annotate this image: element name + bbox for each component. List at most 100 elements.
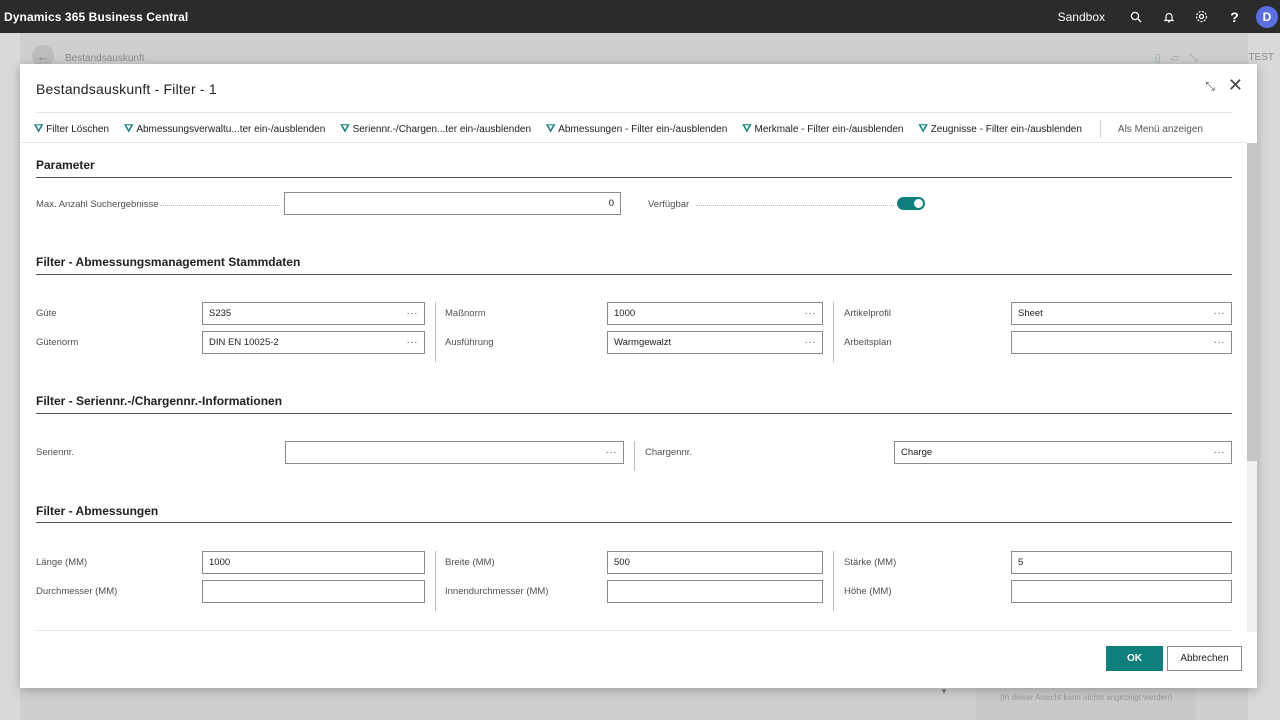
title-divider [36,112,1233,113]
background-empty-hint: (In dieser Ansicht kann nichts angezeigt… [976,688,1196,720]
innendurchmesser-label: Innendurchmesser (MM) [445,586,549,597]
guetenorm-label: Gütenorm [36,337,79,348]
chargennr-label: Chargennr. [645,447,693,458]
max-results-field[interactable]: 0 [284,192,621,215]
lookup-ellipsis-icon[interactable]: ··· [606,447,618,458]
ausfuehrung-field[interactable]: Warmgewalzt ··· [607,331,823,354]
cancel-button[interactable]: Abbrechen [1167,646,1242,671]
toggle-certificates-filter-action[interactable]: ⛛ Zeugnisse - Filter ein-/ausblenden [918,123,1081,136]
innendurchmesser-field[interactable] [607,580,823,603]
action-label: Merkmale - Filter ein-/ausblenden [754,123,904,135]
max-results-label: Max. Anzahl Suchergebnisse [36,199,159,210]
guete-field[interactable]: S235 ··· [202,302,425,325]
ausfuehrung-label: Ausführung [445,337,494,348]
toggle-attributes-filter-action[interactable]: ⛛ Merkmale - Filter ein-/ausblenden [742,123,903,136]
available-toggle[interactable] [897,197,925,210]
lookup-ellipsis-icon[interactable]: ··· [1214,308,1226,319]
filter-dialog: Bestandsauskunft - Filter - 1 ⤡ ✕ ⛛ Filte… [20,64,1257,688]
chevron-down-icon: ▼ [940,687,948,696]
action-divider [1099,120,1101,138]
section-divider [36,522,1232,523]
section-divider [36,413,1232,414]
search-icon[interactable] [1119,0,1152,33]
toggle-dimension-mgmt-filter-action[interactable]: ⛛ Abmessungsverwaltu...ter ein-/ausblende… [124,123,325,136]
artikelprofil-label: Artikelprofil [844,308,891,319]
chargennr-field[interactable]: Charge ··· [894,441,1232,464]
scrollbar-thumb[interactable] [1247,143,1257,461]
massnorm-field[interactable]: 1000 ··· [607,302,823,325]
filter-icon: ⛛ [918,122,928,135]
help-icon[interactable]: ? [1218,0,1251,33]
section-title-serial-lot[interactable]: Filter - Seriennr.-/Chargennr.-Informati… [36,394,282,408]
guetenorm-field[interactable]: DIN EN 10025-2 ··· [202,331,425,354]
filter-icon: ⛛ [340,122,350,135]
lookup-ellipsis-icon[interactable]: ··· [1214,447,1226,458]
lookup-ellipsis-icon[interactable]: ··· [805,337,817,348]
lookup-ellipsis-icon[interactable]: ··· [407,308,419,319]
laenge-value: 1000 [209,557,231,568]
section-title-dimensions[interactable]: Filter - Abmessungen [36,504,158,518]
action-label: Filter Löschen [46,123,110,135]
clear-filter-action[interactable]: ⛛ Filter Löschen [34,123,109,136]
dialog-content[interactable]: Parameter Max. Anzahl Suchergebnisse 0 V… [20,143,1257,632]
durchmesser-field[interactable] [202,580,425,603]
staerke-field[interactable]: 5 [1011,551,1232,574]
staerke-value: 5 [1018,557,1024,568]
hoehe-field[interactable] [1011,580,1232,603]
massnorm-label: Maßnorm [445,308,486,319]
scrollbar[interactable] [1247,143,1257,632]
massnorm-value: 1000 [614,308,636,319]
collapse-icon[interactable]: ⤡ [1205,79,1215,94]
seriennr-field[interactable]: ··· [285,441,624,464]
filter-icon: ⛛ [124,122,134,135]
section-divider [36,274,1232,275]
lookup-ellipsis-icon[interactable]: ··· [805,308,817,319]
gear-icon[interactable] [1185,0,1218,33]
section-title-parameter[interactable]: Parameter [36,158,95,172]
filter-icon: ⛛ [742,122,752,135]
action-label: Seriennr.-/Chargen...ter ein-/ausblenden [352,123,532,135]
toggle-dimensions-filter-action[interactable]: ⛛ Abmessungen - Filter ein-/ausblenden [546,123,727,136]
action-label: Abmessungen - Filter ein-/ausblenden [558,123,728,135]
column-divider [634,441,635,471]
ok-button[interactable]: OK [1106,646,1163,671]
close-icon[interactable]: ✕ [1228,76,1243,94]
section-title-master-data[interactable]: Filter - Abmessungsmanagement Stammdaten [36,255,300,269]
artikelprofil-value: Sheet [1018,308,1043,319]
app-bar: Dynamics 365 Business Central Sandbox ? … [0,0,1280,33]
staerke-label: Stärke (MM) [844,557,897,568]
app-title[interactable]: Dynamics 365 Business Central [0,10,188,24]
ausfuehrung-value: Warmgewalzt [614,337,672,348]
filter-icon: ⛛ [34,122,44,135]
max-results-value: 0 [608,198,614,209]
guete-label: Güte [36,308,57,319]
arbeitsplan-field[interactable]: ··· [1011,331,1232,354]
action-label: Zeugnisse - Filter ein-/ausblenden [930,123,1082,135]
action-label: Abmessungsverwaltu...ter ein-/ausblenden [136,123,326,135]
bell-icon[interactable] [1152,0,1185,33]
guete-value: S235 [209,308,232,319]
column-divider [435,302,436,362]
column-divider [435,551,436,611]
environment-badge: TEST [1248,52,1274,63]
seriennr-label: Seriennr. [36,447,75,458]
breite-value: 500 [614,557,630,568]
environment-label[interactable]: Sandbox [1058,10,1105,24]
avatar[interactable]: D [1256,5,1278,28]
lookup-ellipsis-icon[interactable]: ··· [1214,337,1226,348]
guetenorm-value: DIN EN 10025-2 [209,337,279,348]
breite-field[interactable]: 500 [607,551,823,574]
background-page-title: Bestandsauskunft [65,53,145,64]
section-divider [36,177,1232,178]
toggle-serial-lot-filter-action[interactable]: ⛛ Seriennr.-/Chargen...ter ein-/ausblende… [340,123,531,136]
column-divider [833,302,834,362]
lookup-ellipsis-icon[interactable]: ··· [407,337,419,348]
column-divider [833,551,834,611]
artikelprofil-field[interactable]: Sheet ··· [1011,302,1232,325]
laenge-field[interactable]: 1000 [202,551,425,574]
chargennr-value: Charge [901,447,933,458]
laenge-label: Länge (MM) [36,557,88,568]
leader-dots [160,205,280,206]
available-label: Verfügbar [648,199,690,210]
show-as-menu-action[interactable]: Als Menü anzeigen [1118,124,1203,135]
